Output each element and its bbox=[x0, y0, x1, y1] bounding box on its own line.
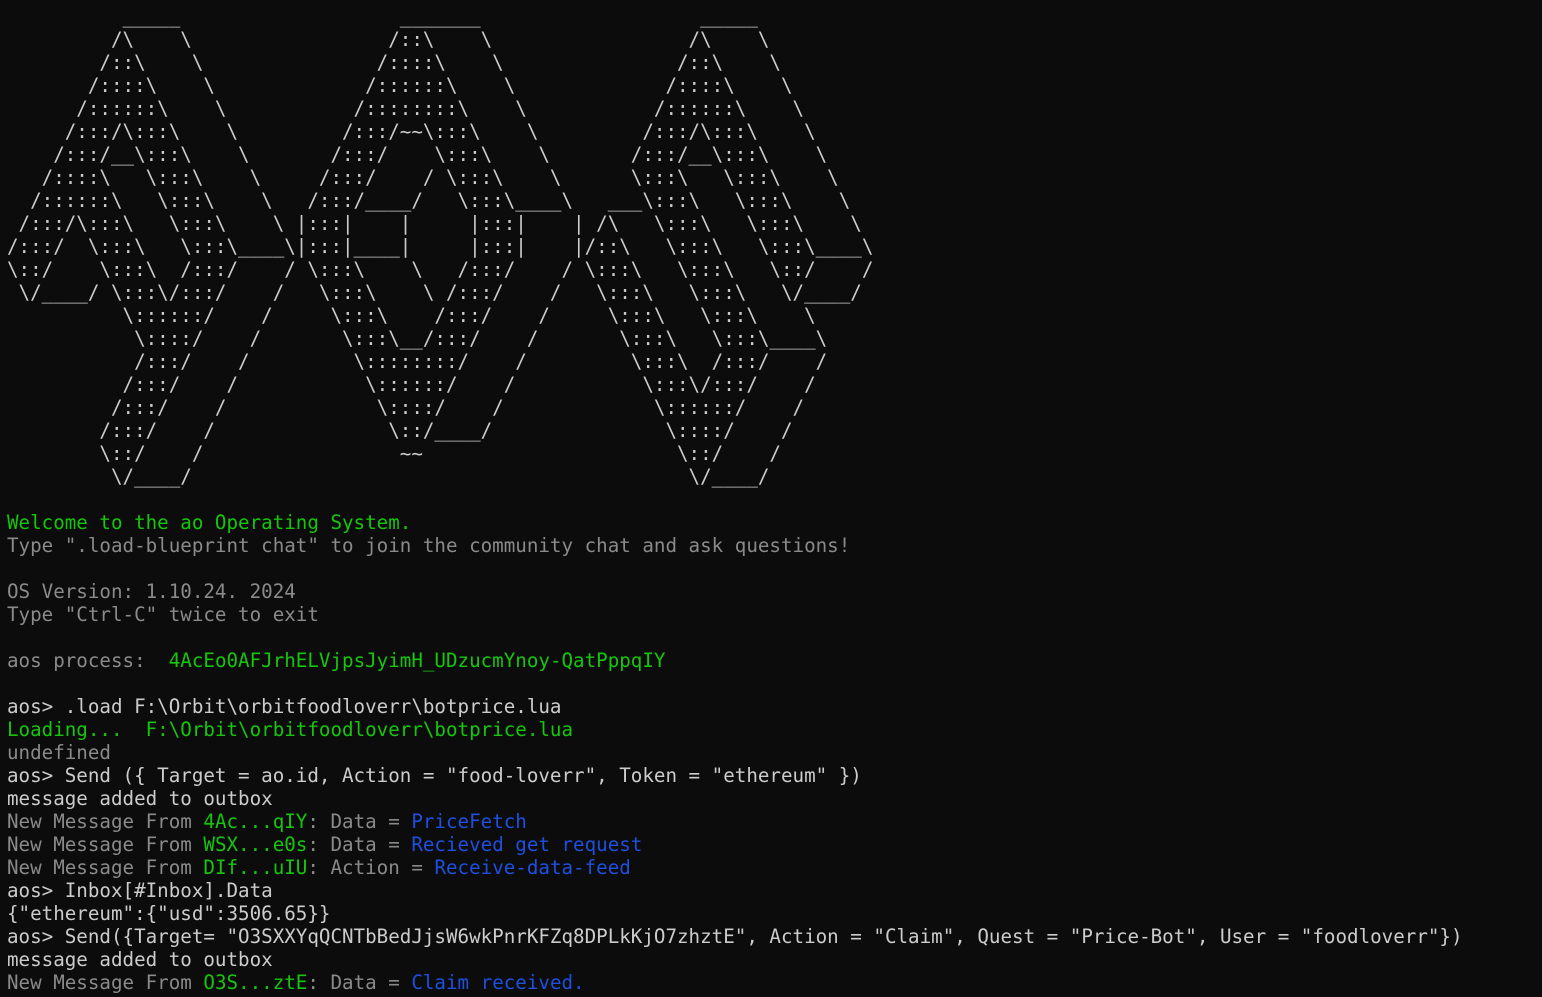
terminal-line: Type ".load-blueprint chat" to join the … bbox=[7, 534, 1463, 557]
terminal-line: Loading... F:\Orbit\orbitfoodloverr\botp… bbox=[7, 718, 1463, 741]
terminal-line: aos> .load F:\Orbit\orbitfoodloverr\botp… bbox=[7, 695, 1463, 718]
terminal-text: aos> .load F:\Orbit\orbitfoodloverr\botp… bbox=[7, 695, 562, 718]
terminal-text: New Message From bbox=[7, 971, 204, 994]
terminal-text: Loading... F:\Orbit\orbitfoodloverr\botp… bbox=[7, 718, 574, 741]
terminal-text: Welcome to the ao Operating System. bbox=[7, 511, 412, 534]
terminal-text: Type "Ctrl-C" twice to exit bbox=[7, 603, 319, 626]
terminal-text: Claim received. bbox=[411, 971, 585, 994]
terminal-text: {"ethereum":{"usd":3506.65}} bbox=[7, 902, 331, 925]
terminal-line: message added to outbox bbox=[7, 787, 1463, 810]
terminal-text: 4Ac...qIY bbox=[203, 810, 308, 833]
terminal-output: Welcome to the ao Operating System. Type … bbox=[7, 511, 1463, 994]
terminal-line: aos> Send ({ Target = ao.id, Action = "f… bbox=[7, 764, 1463, 787]
terminal-window[interactable]: _____ _______ _____ /\ \ /::\ \ /\ \ /::… bbox=[7, 0, 1542, 997]
terminal-text: New Message From bbox=[7, 856, 204, 879]
terminal-text: Type ".load-blueprint chat" to join the … bbox=[7, 534, 851, 557]
terminal-line: New Message From O3S...ztE: Data = Claim… bbox=[7, 971, 1463, 994]
terminal-text: aos> Send({Target= "O3SXXYqQCNTbBedJjsW6… bbox=[7, 925, 1463, 948]
terminal-line: Type "Ctrl-C" twice to exit bbox=[7, 603, 1463, 626]
terminal-line: undefined bbox=[7, 741, 1463, 764]
terminal-line: New Message From DIf...uIU: Action = Rec… bbox=[7, 856, 1463, 879]
terminal-line: New Message From WSX...e0s: Data = Recie… bbox=[7, 833, 1463, 856]
terminal-line: New Message From 4Ac...qIY: Data = Price… bbox=[7, 810, 1463, 833]
terminal-line: aos> Send({Target= "O3SXXYqQCNTbBedJjsW6… bbox=[7, 925, 1463, 948]
terminal-text: New Message From bbox=[7, 833, 204, 856]
terminal-text: Recieved get request bbox=[411, 833, 643, 856]
terminal-text: aos process: bbox=[7, 649, 169, 672]
terminal-line: OS Version: 1.10.24. 2024 bbox=[7, 580, 1463, 603]
terminal-text: O3S...ztE bbox=[203, 971, 308, 994]
terminal-text: : Data = bbox=[307, 971, 412, 994]
terminal-text: OS Version: 1.10.24. 2024 bbox=[7, 580, 296, 603]
terminal-text: 4AcEo0AFJrhELVjpsJyimH_UDzucmYnoy-QatPpp… bbox=[168, 649, 666, 672]
terminal-text: : Data = bbox=[307, 810, 412, 833]
terminal-text: message added to outbox bbox=[7, 948, 273, 971]
terminal-text: DIf...uIU bbox=[203, 856, 308, 879]
terminal-line: aos> Inbox[#Inbox].Data bbox=[7, 879, 1463, 902]
terminal-line: message added to outbox bbox=[7, 948, 1463, 971]
terminal-text: : Action = bbox=[307, 856, 435, 879]
terminal-line: Welcome to the ao Operating System. bbox=[7, 511, 1463, 534]
terminal-text: WSX...e0s bbox=[203, 833, 308, 856]
terminal-text: undefined bbox=[7, 741, 111, 764]
terminal-text: New Message From bbox=[7, 810, 204, 833]
terminal-line: {"ethereum":{"usd":3506.65}} bbox=[7, 902, 1463, 925]
terminal-text: PriceFetch bbox=[411, 810, 527, 833]
terminal-text: aos> Send ({ Target = ao.id, Action = "f… bbox=[7, 764, 862, 787]
ao-ascii-logo: _____ _______ _____ /\ \ /::\ \ /\ \ /::… bbox=[7, 5, 874, 488]
terminal-text: message added to outbox bbox=[7, 787, 273, 810]
terminal-text: : Data = bbox=[307, 833, 412, 856]
terminal-text: Receive-data-feed bbox=[434, 856, 631, 879]
terminal-text: aos> Inbox[#Inbox].Data bbox=[7, 879, 273, 902]
terminal-line: aos process: 4AcEo0AFJrhELVjpsJyimH_UDzu… bbox=[7, 649, 1463, 672]
